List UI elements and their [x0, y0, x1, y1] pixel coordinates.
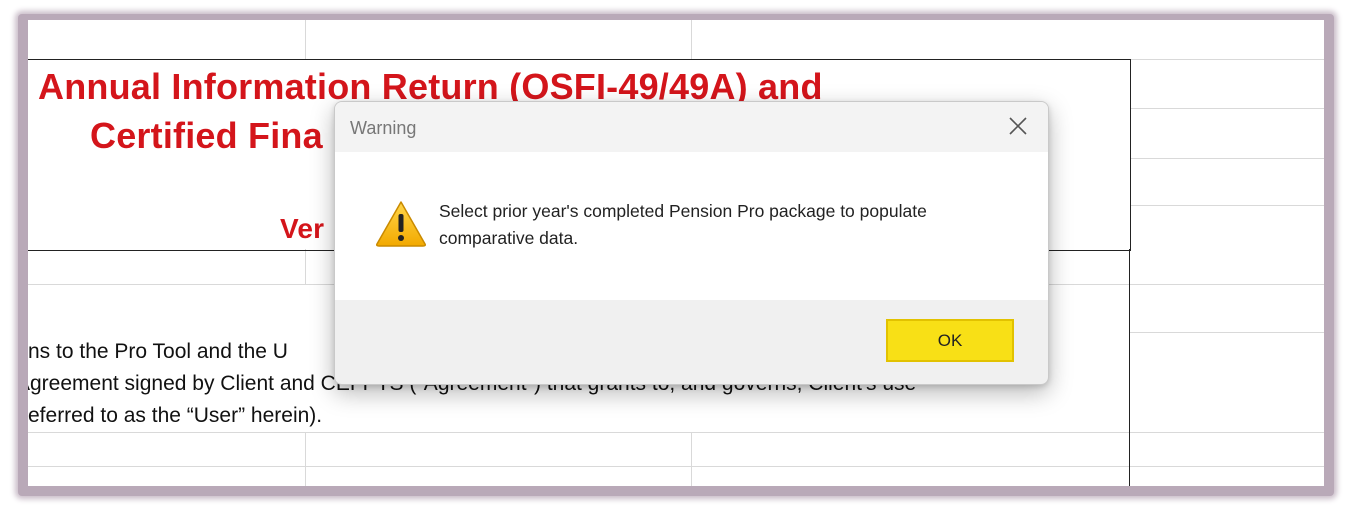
dialog-message: Select prior year's completed Pension Pr… — [439, 201, 927, 248]
table-border-right — [1129, 249, 1130, 486]
sheet-title-line-2: Certified Fina — [90, 115, 323, 156]
sheet-body-line-3: eferred to as the “User” herein). — [28, 404, 323, 427]
warning-triangle-icon — [375, 199, 427, 247]
close-icon[interactable] — [1006, 114, 1030, 138]
ok-button[interactable]: OK — [886, 319, 1014, 362]
sheet-body-line-1: ns to the Pro Tool and the U — [28, 340, 288, 363]
dialog-titlebar: Warning — [335, 102, 1048, 152]
warning-dialog: Warning Select prior year's completed Pe… — [334, 101, 1049, 385]
dialog-body: Select prior year's completed Pension Pr… — [335, 152, 1048, 300]
sheet-version-label: Ver — [280, 213, 325, 244]
dialog-title: Warning — [350, 118, 417, 138]
